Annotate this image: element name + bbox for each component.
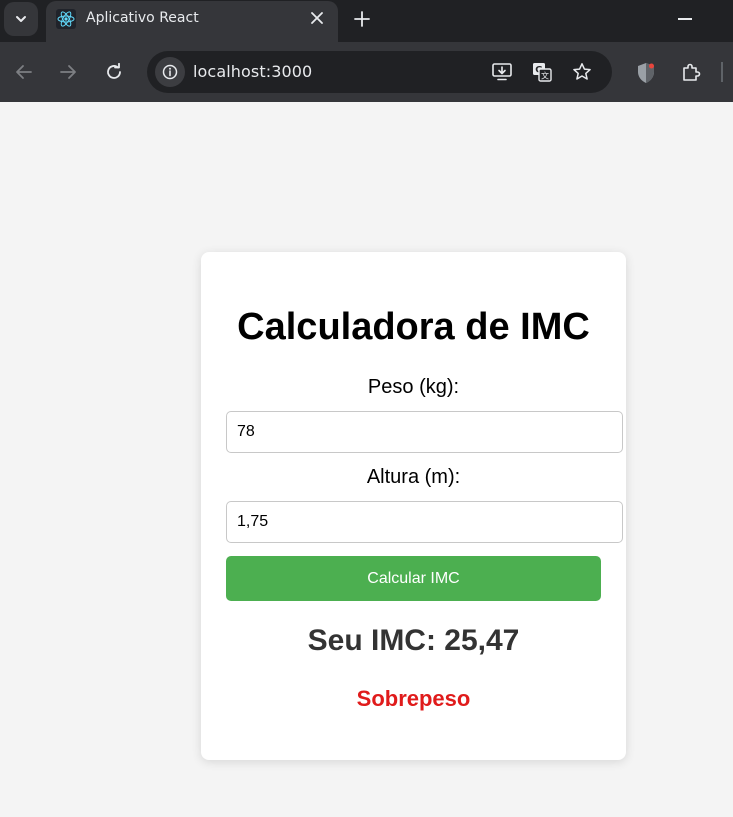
close-icon xyxy=(311,12,323,24)
minimize-icon[interactable] xyxy=(678,18,692,20)
arrow-right-icon xyxy=(60,65,76,79)
weight-input[interactable] xyxy=(226,411,623,453)
arrow-left-icon xyxy=(16,65,32,79)
extensions-button[interactable] xyxy=(679,61,703,85)
puzzle-icon xyxy=(683,63,701,81)
plus-icon xyxy=(354,11,370,27)
install-app-icon xyxy=(492,63,512,81)
bookmark-button[interactable] xyxy=(571,61,593,83)
calculate-button[interactable]: Calcular IMC xyxy=(226,556,601,601)
browser-toolbar: localhost:3000 G文 xyxy=(0,42,733,102)
weight-label: Peso (kg): xyxy=(367,376,460,398)
url-text[interactable]: localhost:3000 xyxy=(193,62,312,81)
forward-button[interactable] xyxy=(56,60,80,84)
bmi-category: Sobrepeso xyxy=(356,686,471,711)
bmi-calculator-card: Calculadora de IMC Peso (kg): Altura (m)… xyxy=(201,252,626,760)
bmi-result: Seu IMC: 25,47 xyxy=(307,624,520,657)
site-info-button[interactable] xyxy=(155,57,185,87)
page-title: Calculadora de IMC xyxy=(237,306,590,348)
info-icon xyxy=(162,64,178,80)
height-label: Altura (m): xyxy=(366,466,461,488)
tab-search-button[interactable] xyxy=(4,2,38,36)
reload-icon xyxy=(107,63,121,79)
browser-tab[interactable]: Aplicativo React xyxy=(46,1,338,42)
address-bar[interactable]: localhost:3000 G文 xyxy=(147,51,612,93)
chevron-down-icon xyxy=(16,16,26,22)
new-tab-button[interactable] xyxy=(350,7,374,31)
star-icon xyxy=(573,63,591,80)
tab-bar: Aplicativo React xyxy=(0,0,733,42)
tab-close-button[interactable] xyxy=(308,9,326,27)
tab-title: Aplicativo React xyxy=(86,10,199,26)
translate-button[interactable]: G文 xyxy=(531,61,553,83)
back-button[interactable] xyxy=(12,60,36,84)
toolbar-divider xyxy=(721,62,723,82)
svg-text:文: 文 xyxy=(541,71,549,81)
reload-button[interactable] xyxy=(102,60,126,84)
height-input[interactable] xyxy=(226,501,623,543)
extension-shield-button[interactable] xyxy=(634,61,658,85)
react-icon xyxy=(56,9,76,29)
shield-icon xyxy=(638,63,654,83)
translate-icon: G文 xyxy=(533,63,552,82)
install-app-button[interactable] xyxy=(491,61,513,83)
